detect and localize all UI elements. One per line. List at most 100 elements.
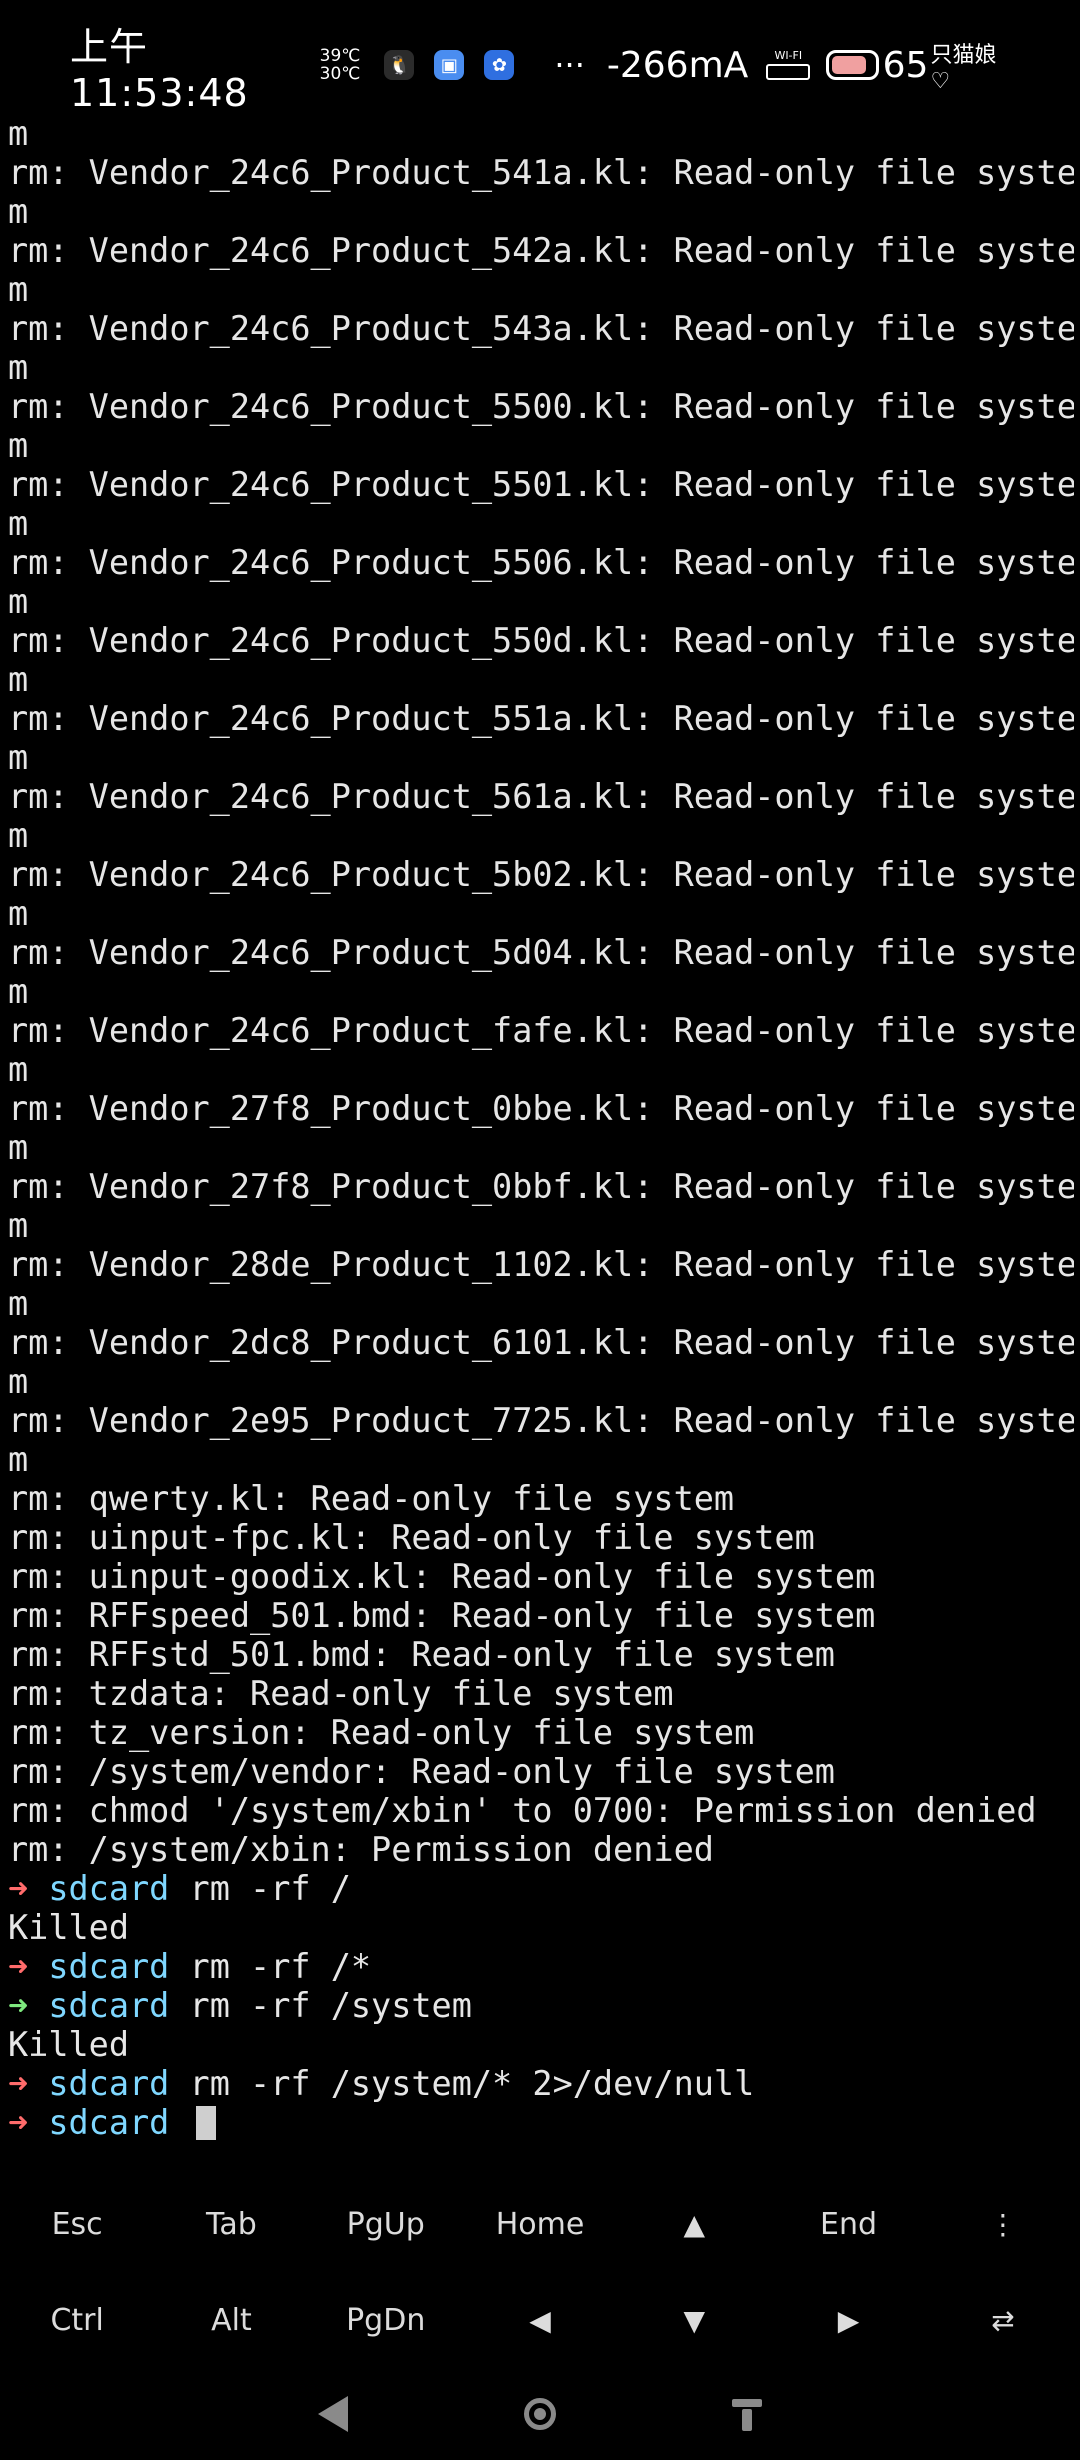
terminal-line: m <box>8 660 29 699</box>
extra-keys-bar: Esc Tab PgUp Home ▲ End ⋮ Ctrl Alt PgDn ◀ ▼ ▶ ⇄ <box>0 2176 1080 2368</box>
more-vertical-icon[interactable]: ⋮ <box>926 2176 1080 2272</box>
terminal-line: m <box>8 972 29 1011</box>
prompt-directory: sdcard <box>48 1947 170 1986</box>
more-notifications-icon: ··· <box>554 46 585 84</box>
terminal-line: m <box>8 1050 29 1089</box>
terminal-line: m <box>8 1128 29 1167</box>
terminal-line: m <box>8 894 29 933</box>
back-icon[interactable] <box>318 2396 348 2432</box>
recent-apps-icon[interactable] <box>732 2397 762 2431</box>
page-down-key[interactable]: PgDn <box>309 2272 463 2368</box>
terminal-line: rm: /system/xbin: Permission denied <box>8 1830 714 1869</box>
terminal-line: rm: qwerty.kl: Read-only file system <box>8 1479 735 1518</box>
command-text: rm -rf / <box>189 1869 351 1908</box>
battery-indicator: 65 只猫娘♡ <box>826 37 1010 94</box>
command-text: rm -rf /system <box>189 1986 472 2025</box>
prompt-arrow-icon: ➜ <box>8 1947 29 1986</box>
status-time: 上午11:53:48 <box>70 24 249 115</box>
terminal-line: m <box>8 816 29 855</box>
tab-key[interactable]: Tab <box>154 2176 308 2272</box>
terminal-line: rm: Vendor_2e95_Product_7725.kl: Read-on… <box>8 1401 1074 1440</box>
terminal-line: rm: Vendor_24c6_Product_550d.kl: Read-on… <box>8 621 1074 660</box>
prompt-arrow-icon: ➜ <box>8 2103 29 2142</box>
terminal-line: m <box>8 348 29 387</box>
status-bar: 上午11:53:48 39℃ 30℃ 🐧 ▣ ✿ ··· -266mA WI-F… <box>0 0 1080 130</box>
terminal-line: rm: Vendor_28de_Product_1102.kl: Read-on… <box>8 1245 1074 1284</box>
wifi-label: WI-FI <box>774 49 803 62</box>
alt-key[interactable]: Alt <box>154 2272 308 2368</box>
swap-keyboard-icon[interactable]: ⇄ <box>926 2272 1080 2368</box>
home-key[interactable]: Home <box>463 2176 617 2272</box>
terminal-line: rm: uinput-goodix.kl: Read-only file sys… <box>8 1557 876 1596</box>
arrow-up-icon[interactable]: ▲ <box>617 2176 771 2272</box>
wifi-icon: WI-FI <box>766 49 811 80</box>
battery-current: -266mA <box>606 44 749 86</box>
prompt-arrow-icon: ➜ <box>8 1869 29 1908</box>
terminal-line: rm: Vendor_27f8_Product_0bbf.kl: Read-on… <box>8 1167 1074 1206</box>
esc-key[interactable]: Esc <box>0 2176 154 2272</box>
terminal-line: m <box>8 738 29 777</box>
prompt-directory: sdcard <box>48 1986 170 2025</box>
carrier-name: 只猫娘♡ <box>930 42 997 94</box>
notification-icons: 🐧 ▣ ✿ <box>384 50 515 80</box>
temperature-bottom: 30℃ <box>319 64 361 84</box>
prompt-directory: sdcard <box>48 1869 170 1908</box>
terminal-line: rm: Vendor_27f8_Product_0bbe.kl: Read-on… <box>8 1089 1074 1128</box>
terminal-line: m <box>8 426 29 465</box>
terminal-line: m <box>8 1440 29 1479</box>
qq-penguin-icon: 🐧 <box>384 50 415 80</box>
terminal-line: rm: Vendor_24c6_Product_561a.kl: Read-on… <box>8 777 1074 816</box>
terminal-line: rm: Vendor_24c6_Product_5501.kl: Read-on… <box>8 465 1074 504</box>
terminal-line: rm: Vendor_24c6_Product_551a.kl: Read-on… <box>8 699 1074 738</box>
battery-icon <box>826 50 879 80</box>
terminal-line: rm: Vendor_24c6_Product_5506.kl: Read-on… <box>8 543 1074 582</box>
terminal-line: m <box>8 114 29 153</box>
terminal-line: rm: uinput-fpc.kl: Read-only file system <box>8 1518 815 1557</box>
arrow-right-icon[interactable]: ▶ <box>771 2272 925 2368</box>
terminal-line: m <box>8 582 29 621</box>
terminal-line: m <box>8 192 29 231</box>
prompt-line: ➜ sdcard rm -rf / <box>8 1869 1074 1908</box>
terminal-line: rm: Vendor_24c6_Product_fafe.kl: Read-on… <box>8 1011 1074 1050</box>
terminal-line: rm: Vendor_2dc8_Product_6101.kl: Read-on… <box>8 1323 1074 1362</box>
terminal-line: rm: tzdata: Read-only file system <box>8 1674 674 1713</box>
navigation-bar <box>0 2368 1080 2460</box>
command-text: rm -rf /system/* 2>/dev/null <box>189 2064 755 2103</box>
terminal-line: rm: Vendor_24c6_Product_5b02.kl: Read-on… <box>8 855 1074 894</box>
terminal-line: rm: RFFstd_501.bmd: Read-only file syste… <box>8 1635 835 1674</box>
terminal-line: rm: Vendor_24c6_Product_5d04.kl: Read-on… <box>8 933 1074 972</box>
terminal-line: m <box>8 504 29 543</box>
app-notification-icon: ▣ <box>434 50 465 80</box>
prompt-line: ➜ sdcard rm -rf /system <box>8 1986 1074 2025</box>
temperature-readout: 39℃ 30℃ <box>320 47 361 83</box>
text-cursor[interactable] <box>195 2106 216 2140</box>
prompt-line: ➜ sdcard rm -rf /* <box>8 1947 1074 1986</box>
prompt-arrow-icon: ➜ <box>8 1986 29 2025</box>
arrow-left-icon[interactable]: ◀ <box>463 2272 617 2368</box>
prompt-directory: sdcard <box>48 2064 170 2103</box>
terminal-output[interactable]: m rm: Vendor_24c6_Product_541a.kl: Read-o… <box>8 114 1074 2142</box>
temperature-top: 39℃ <box>319 46 361 66</box>
command-text: rm -rf /* <box>189 1947 372 1986</box>
terminal-line: rm: Vendor_24c6_Product_542a.kl: Read-on… <box>8 231 1074 270</box>
end-key[interactable]: End <box>771 2176 925 2272</box>
command-output: Killed <box>8 1908 130 1947</box>
arrow-down-icon[interactable]: ▼ <box>617 2272 771 2368</box>
terminal-line: rm: Vendor_24c6_Product_5500.kl: Read-on… <box>8 387 1074 426</box>
terminal-line: m <box>8 1362 29 1401</box>
page-up-key[interactable]: PgUp <box>309 2176 463 2272</box>
terminal-line: m <box>8 1206 29 1245</box>
terminal-line: rm: Vendor_24c6_Product_543a.kl: Read-on… <box>8 309 1074 348</box>
command-output: Killed <box>8 2025 130 2064</box>
prompt-directory: sdcard <box>48 2103 170 2142</box>
terminal-line: rm: Vendor_24c6_Product_541a.kl: Read-on… <box>8 153 1074 192</box>
baidu-paw-icon: ✿ <box>484 50 515 80</box>
home-icon[interactable] <box>524 2398 556 2430</box>
ctrl-key[interactable]: Ctrl <box>0 2272 154 2368</box>
battery-level: 65 <box>882 44 929 86</box>
terminal-line: rm: RFFspeed_501.bmd: Read-only file sys… <box>8 1596 876 1635</box>
terminal-line: m <box>8 1284 29 1323</box>
terminal-line: rm: /system/vendor: Read-only file syste… <box>8 1752 835 1791</box>
prompt-line: ➜ sdcard rm -rf /system/* 2>/dev/null <box>8 2064 1074 2103</box>
prompt-arrow-icon: ➜ <box>8 2064 29 2103</box>
